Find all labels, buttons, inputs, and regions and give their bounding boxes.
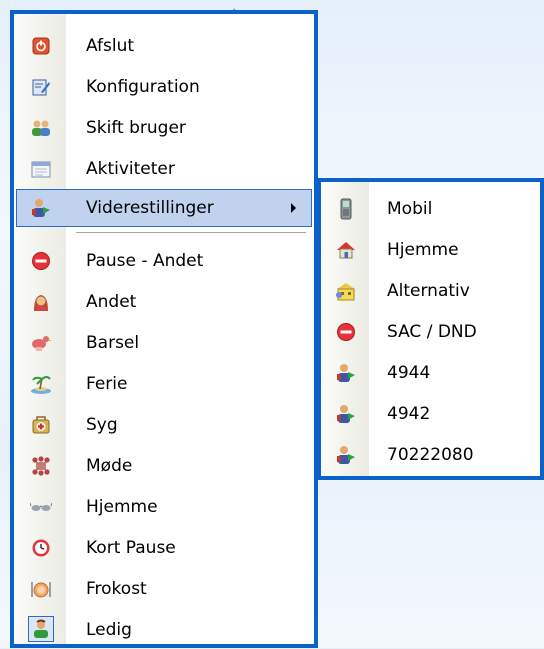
menu-separator — [76, 232, 306, 233]
menu-item-ledig[interactable]: Ledig — [16, 611, 312, 649]
menu-item-label: Hjemme — [86, 497, 158, 517]
menu-item-label: SAC / DND — [387, 322, 477, 342]
forwarding-user-icon — [335, 403, 357, 425]
submenu-item-alternativ[interactable]: Alternativ — [323, 272, 538, 310]
menu-item-label: Viderestillinger — [86, 198, 214, 218]
context-menu: Afslut Konfiguration Skift bruger Aktivi… — [10, 10, 318, 648]
menu-item-label: Kort Pause — [86, 538, 176, 558]
menu-item-label: Hjemme — [387, 240, 459, 260]
menu-item-label: Møde — [86, 456, 133, 476]
forwarding-user-icon — [335, 362, 357, 384]
person-icon — [30, 291, 52, 313]
submenu-item-sac-dnd[interactable]: SAC / DND — [323, 313, 538, 351]
submenu-arrow-icon — [291, 203, 296, 213]
menu-item-label: Mobil — [387, 199, 433, 219]
no-entry-icon — [335, 321, 357, 343]
menu-item-label: 70222080 — [387, 445, 474, 465]
menu-item-label: Andet — [86, 292, 137, 312]
stork-icon — [30, 332, 52, 354]
glasses-icon — [30, 496, 52, 518]
alternative-building-icon — [335, 280, 357, 302]
menu-item-label: Konfiguration — [86, 77, 200, 97]
menu-item-aktiviteter[interactable]: Aktiviteter — [16, 150, 312, 188]
clock-icon — [30, 537, 52, 559]
menu-item-hjemme[interactable]: Hjemme — [16, 488, 312, 526]
submenu-item-4942[interactable]: 4942 — [323, 395, 538, 433]
menu-item-label: Aktiviteter — [86, 159, 175, 179]
menu-item-label: Skift bruger — [86, 118, 186, 138]
menu-item-label: Ferie — [86, 374, 128, 394]
submenu-item-hjemme[interactable]: Hjemme — [323, 231, 538, 269]
menu-item-label: Alternativ — [387, 281, 470, 301]
switch-user-icon — [30, 117, 52, 139]
forwarding-submenu: Mobil Hjemme Alternativ SAC / DND 4944 4… — [317, 178, 544, 480]
menu-item-label: Ledig — [86, 620, 132, 640]
palm-island-icon — [30, 373, 52, 395]
menu-item-ferie[interactable]: Ferie — [16, 365, 312, 403]
menu-item-label: Afslut — [86, 36, 135, 56]
menu-item-frokost[interactable]: Frokost — [16, 570, 312, 608]
mobile-phone-icon — [335, 198, 357, 220]
available-user-icon — [28, 616, 54, 642]
menu-item-skift-bruger[interactable]: Skift bruger — [16, 109, 312, 147]
submenu-item-mobil[interactable]: Mobil — [323, 190, 538, 228]
lunch-icon — [30, 578, 52, 600]
menu-item-label: 4944 — [387, 363, 431, 383]
menu-item-andet[interactable]: Andet — [16, 283, 312, 321]
menu-item-konfiguration[interactable]: Konfiguration — [16, 68, 312, 106]
forwarding-user-icon — [30, 197, 52, 219]
menu-item-label: Syg — [86, 415, 118, 435]
menu-item-label: Frokost — [86, 579, 147, 599]
shutdown-icon — [30, 35, 52, 57]
no-entry-icon — [30, 250, 52, 272]
menu-item-syg[interactable]: Syg — [16, 406, 312, 444]
menu-item-pause-andet[interactable]: Pause - Andet — [16, 242, 312, 280]
menu-item-kort-pause[interactable]: Kort Pause — [16, 529, 312, 567]
first-aid-kit-icon — [30, 414, 52, 436]
menu-item-mode[interactable]: Møde — [16, 447, 312, 485]
configuration-icon — [30, 76, 52, 98]
submenu-item-70222080[interactable]: 70222080 — [323, 436, 538, 474]
menu-item-viderestillinger[interactable]: Viderestillinger — [16, 189, 312, 227]
submenu-item-4944[interactable]: 4944 — [323, 354, 538, 392]
meeting-icon — [30, 455, 52, 477]
activities-icon — [30, 158, 52, 180]
menu-item-label: Pause - Andet — [86, 251, 204, 271]
menu-item-label: 4942 — [387, 404, 431, 424]
menu-item-barsel[interactable]: Barsel — [16, 324, 312, 362]
forwarding-user-icon — [335, 444, 357, 466]
home-icon — [335, 239, 357, 261]
menu-item-label: Barsel — [86, 333, 140, 353]
menu-item-afslut[interactable]: Afslut — [16, 27, 312, 65]
